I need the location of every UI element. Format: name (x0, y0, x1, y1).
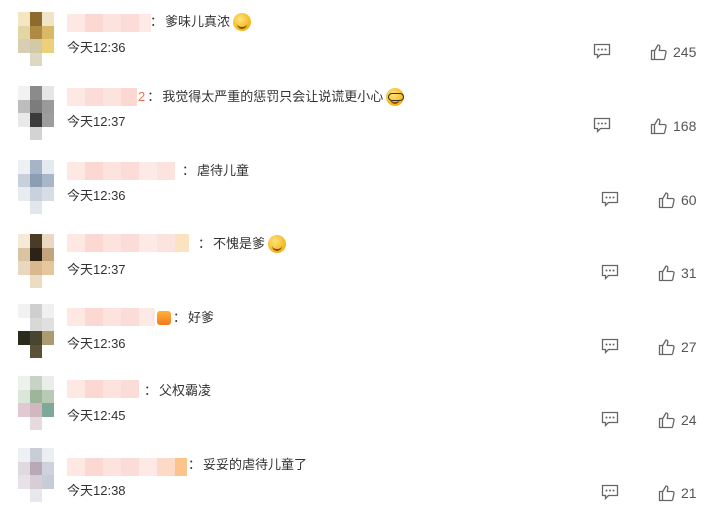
sweat-smile-emoji-icon (233, 13, 252, 31)
reply-button[interactable] (601, 264, 619, 280)
timestamp: 今天12:45 (67, 408, 126, 423)
timestamp: 今天12:37 (67, 114, 126, 129)
like-count: 60 (681, 192, 697, 208)
username-blurred[interactable] (67, 14, 151, 32)
comment-item: ： 虐待儿童 今天12:36 60 (0, 156, 716, 230)
comment-body: 好爹 (188, 310, 215, 325)
avatar[interactable] (18, 86, 54, 140)
colon: ： (182, 163, 196, 178)
comment-bubble-icon (601, 264, 619, 280)
username-blurred[interactable] (67, 88, 137, 106)
comment-bubble-icon (593, 117, 611, 133)
thumbs-up-icon (658, 265, 675, 282)
thumbs-up-icon (650, 118, 667, 135)
timestamp: 今天12:37 (67, 262, 126, 277)
comment-body: 虐待儿童 (197, 163, 250, 178)
avatar[interactable] (18, 234, 54, 288)
member-badge-icon (157, 311, 171, 325)
timestamp: 今天12:38 (67, 483, 126, 498)
colon: ： (144, 383, 158, 398)
glasses-emoji-icon (386, 88, 405, 106)
timestamp: 今天12:36 (67, 336, 126, 351)
reply-button[interactable] (601, 484, 619, 500)
username-blurred[interactable] (67, 380, 139, 398)
like-button[interactable]: 21 (658, 484, 697, 502)
comment-text: ： 爹味儿真浓 (150, 13, 252, 31)
like-count: 168 (673, 118, 697, 134)
comment-bubble-icon (593, 43, 611, 59)
comment-item: ： 妥妥的虐待儿童了 今天12:38 21 (0, 448, 716, 518)
reply-prefix[interactable]: 2 (138, 88, 145, 106)
comment-item: ： 不愧是爹 今天12:37 31 (0, 230, 716, 304)
like-button[interactable]: 245 (650, 43, 696, 61)
username-blurred[interactable] (67, 458, 187, 476)
comment-text: ： 好爹 (157, 309, 214, 327)
like-count: 24 (681, 412, 697, 428)
like-button[interactable]: 60 (658, 191, 697, 209)
timestamp: 今天12:36 (67, 188, 126, 203)
scream-emoji-icon (268, 235, 287, 253)
thumbs-up-icon (658, 485, 675, 502)
like-count: 21 (681, 485, 697, 501)
like-count: 31 (681, 265, 697, 281)
like-button[interactable]: 168 (650, 117, 696, 135)
colon: ： (147, 89, 161, 104)
avatar[interactable] (18, 160, 54, 214)
comment-text: ： 虐待儿童 (182, 162, 249, 180)
avatar[interactable] (18, 304, 54, 358)
colon: ： (150, 14, 164, 29)
comment-bubble-icon (601, 338, 619, 354)
comment-body: 爹味儿真浓 (165, 14, 231, 29)
like-button[interactable]: 31 (658, 264, 697, 282)
comment-body: 妥妥的虐待儿童了 (203, 457, 308, 472)
reply-button[interactable] (593, 117, 611, 133)
reply-button[interactable] (601, 338, 619, 354)
like-count: 245 (673, 44, 697, 60)
comment-item: ： 好爹 今天12:36 27 (0, 304, 716, 378)
comment-body: 不愧是爹 (213, 236, 266, 251)
like-button[interactable]: 24 (658, 411, 697, 429)
reply-button[interactable] (601, 191, 619, 207)
comment-item: 2 ： 我觉得太严重的惩罚只会让说谎更小心 今天12:37 168 (0, 82, 716, 156)
reply-button[interactable] (601, 411, 619, 427)
colon: ： (173, 310, 187, 325)
comment-bubble-icon (601, 411, 619, 427)
comment-text: 2 ： 我觉得太严重的惩罚只会让说谎更小心 (138, 88, 405, 106)
like-button[interactable]: 27 (658, 338, 697, 356)
thumbs-up-icon (658, 339, 675, 356)
like-count: 27 (681, 339, 697, 355)
thumbs-up-icon (650, 44, 667, 61)
colon: ： (198, 236, 212, 251)
comment-body: 父权霸凌 (159, 383, 212, 398)
avatar[interactable] (18, 448, 54, 502)
username-blurred[interactable] (67, 308, 155, 326)
comment-body: 我觉得太严重的惩罚只会让说谎更小心 (162, 89, 384, 104)
comment-item: ： 爹味儿真浓 今天12:36 245 (0, 8, 716, 82)
timestamp: 今天12:36 (67, 40, 126, 55)
thumbs-up-icon (658, 192, 675, 209)
comment-bubble-icon (601, 484, 619, 500)
username-blurred[interactable] (67, 234, 189, 252)
comment-item: ： 父权霸凌 今天12:45 24 (0, 376, 716, 452)
avatar[interactable] (18, 376, 54, 430)
avatar[interactable] (18, 12, 54, 66)
comment-bubble-icon (601, 191, 619, 207)
thumbs-up-icon (658, 412, 675, 429)
comment-text: ： 不愧是爹 (198, 235, 287, 253)
colon: ： (188, 457, 202, 472)
username-blurred[interactable] (67, 162, 175, 180)
reply-button[interactable] (593, 43, 611, 59)
comment-text: ： 父权霸凌 (144, 382, 211, 400)
comment-text: ： 妥妥的虐待儿童了 (188, 456, 307, 474)
